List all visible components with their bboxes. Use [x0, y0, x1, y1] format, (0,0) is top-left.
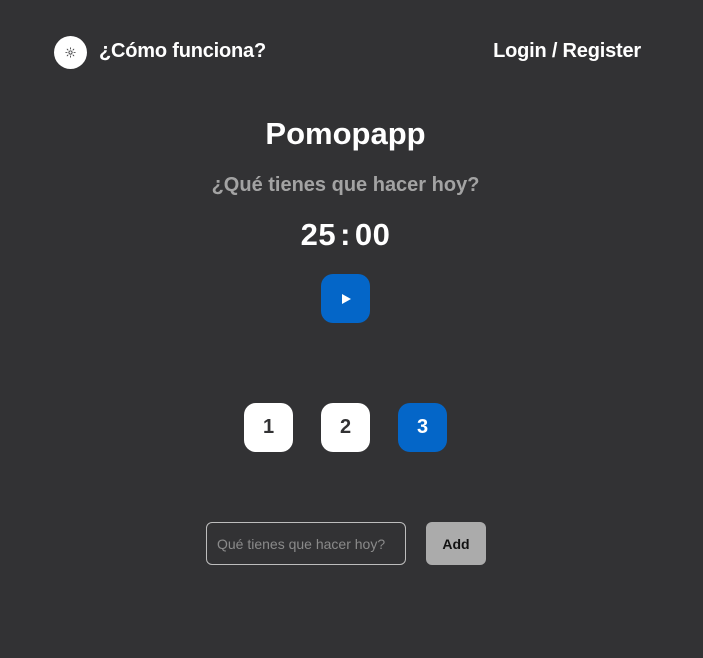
- page-title: Pomopapp: [265, 116, 426, 151]
- login-register-link[interactable]: Login / Register: [493, 40, 641, 63]
- play-icon: [341, 293, 351, 304]
- timer-display: 25:00: [0, 217, 691, 253]
- timer-minutes: 25: [300, 217, 337, 252]
- pomopapp-page: { "header": { "theme_icon": "sun-icon", …: [0, 0, 703, 658]
- session-button-1[interactable]: 1: [244, 403, 293, 452]
- session-button-3[interactable]: 3: [398, 403, 447, 452]
- task-input[interactable]: [206, 522, 406, 565]
- session-button-2[interactable]: 2: [321, 403, 370, 452]
- timer-separator: :: [340, 217, 351, 252]
- add-button[interactable]: Add: [426, 522, 486, 565]
- page-subtitle: ¿Qué tienes que hacer hoy?: [211, 174, 480, 196]
- play-button[interactable]: [321, 274, 370, 323]
- top-nav: ¿Cómo funciona? Login / Register: [0, 0, 703, 104]
- theme-toggle-button[interactable]: [54, 36, 87, 69]
- timer-seconds: 00: [354, 217, 391, 252]
- how-it-works-link[interactable]: ¿Cómo funciona?: [99, 40, 266, 63]
- sun-icon: [65, 47, 76, 58]
